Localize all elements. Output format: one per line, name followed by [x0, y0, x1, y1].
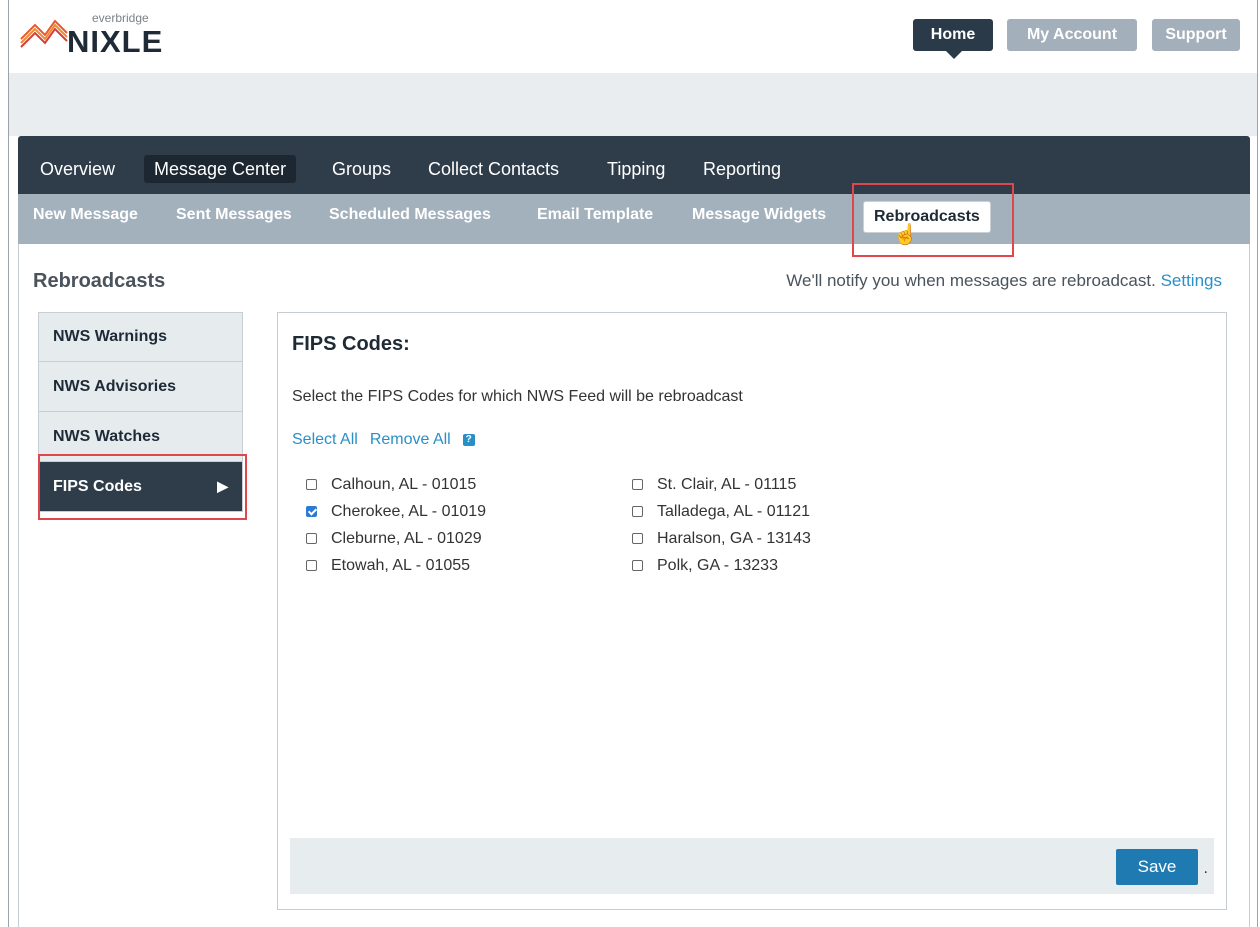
help-icon[interactable]: ?	[462, 434, 475, 446]
tab-message-center[interactable]: Message Center	[144, 155, 297, 183]
fips-label: Polk, GA - 13233	[657, 556, 778, 574]
notify-message: We'll notify you when messages are rebro…	[786, 271, 1156, 290]
fips-item[interactable]: Haralson, GA - 13143	[632, 525, 811, 552]
fips-list-right: St. Clair, AL - 01115 Talladega, AL - 01…	[632, 471, 811, 579]
checkbox[interactable]	[632, 533, 643, 544]
tab-groups[interactable]: Groups	[322, 155, 401, 183]
fips-label: Etowah, AL - 01055	[331, 556, 471, 574]
fips-item[interactable]: Cleburne, AL - 01029	[306, 525, 486, 552]
tab-reporting[interactable]: Reporting	[693, 155, 791, 183]
checkbox[interactable]	[632, 560, 643, 571]
save-button[interactable]: Save	[1116, 849, 1198, 885]
subtab-scheduled-messages[interactable]: Scheduled Messages	[329, 206, 491, 224]
subtab-email-template[interactable]: Email Template	[537, 206, 653, 224]
fips-label: St. Clair, AL - 01115	[657, 475, 797, 493]
tab-tipping[interactable]: Tipping	[597, 155, 675, 183]
fips-label: Cleburne, AL - 01029	[331, 529, 482, 547]
support-button[interactable]: Support	[1152, 19, 1240, 51]
subtab-sent-messages[interactable]: Sent Messages	[176, 206, 292, 224]
logo-tagline: everbridge	[92, 11, 149, 25]
checkbox-checked[interactable]	[306, 506, 317, 517]
subtab-new-message[interactable]: New Message	[33, 206, 138, 224]
panel-title: FIPS Codes:	[292, 333, 410, 355]
fips-highlight	[38, 454, 247, 520]
sidebar-item-nws-advisories[interactable]: NWS Advisories	[38, 362, 243, 412]
sidebar-item-nws-warnings[interactable]: NWS Warnings	[38, 312, 243, 362]
fips-item[interactable]: St. Clair, AL - 01115	[632, 471, 811, 498]
tab-overview[interactable]: Overview	[30, 155, 125, 183]
main-nav: Overview Message Center Groups Collect C…	[18, 136, 1250, 194]
logo-waves-icon	[20, 19, 68, 48]
fips-item[interactable]: Polk, GA - 13233	[632, 552, 811, 579]
my-account-button[interactable]: My Account	[1007, 19, 1137, 51]
fips-label: Calhoun, AL - 01015	[331, 475, 477, 493]
top-header: everbridge NIXLE Home My Account Support	[9, 1, 1257, 73]
settings-link[interactable]: Settings	[1161, 271, 1222, 290]
sub-nav: New Message Sent Messages Scheduled Mess…	[18, 194, 1250, 244]
trailing-dot: .	[1203, 860, 1208, 877]
nixle-logo[interactable]: everbridge NIXLE	[19, 7, 199, 59]
logo-name: NIXLE	[67, 24, 164, 59]
fips-list-left: Calhoun, AL - 01015 Cherokee, AL - 01019…	[306, 471, 486, 579]
fips-label: Haralson, GA - 13143	[657, 529, 811, 547]
notify-text: We'll notify you when messages are rebro…	[786, 271, 1222, 291]
page-title: Rebroadcasts	[33, 270, 166, 292]
select-all-link[interactable]: Select All	[292, 431, 358, 449]
remove-all-link[interactable]: Remove All	[370, 431, 451, 449]
fips-item[interactable]: Calhoun, AL - 01015	[306, 471, 486, 498]
fips-label: Cherokee, AL - 01019	[331, 502, 487, 520]
fips-item[interactable]: Cherokee, AL - 01019	[306, 498, 486, 525]
checkbox[interactable]	[306, 533, 317, 544]
home-button[interactable]: Home	[913, 19, 993, 59]
checkbox[interactable]	[632, 506, 643, 517]
checkbox[interactable]	[306, 479, 317, 490]
bulk-links: Select All Remove All ?	[292, 431, 475, 449]
checkbox[interactable]	[306, 560, 317, 571]
fips-item[interactable]: Talladega, AL - 01121	[632, 498, 811, 525]
fips-label: Talladega, AL - 01121	[657, 502, 811, 520]
panel-footer: Save .	[290, 838, 1214, 894]
checkbox[interactable]	[632, 479, 643, 490]
header-band	[9, 73, 1257, 136]
subtab-message-widgets[interactable]: Message Widgets	[692, 206, 826, 224]
tab-collect-contacts[interactable]: Collect Contacts	[418, 155, 569, 183]
panel-description: Select the FIPS Codes for which NWS Feed…	[292, 388, 743, 405]
fips-panel: FIPS Codes: Select the FIPS Codes for wh…	[277, 312, 1227, 910]
fips-item[interactable]: Etowah, AL - 01055	[306, 552, 486, 579]
